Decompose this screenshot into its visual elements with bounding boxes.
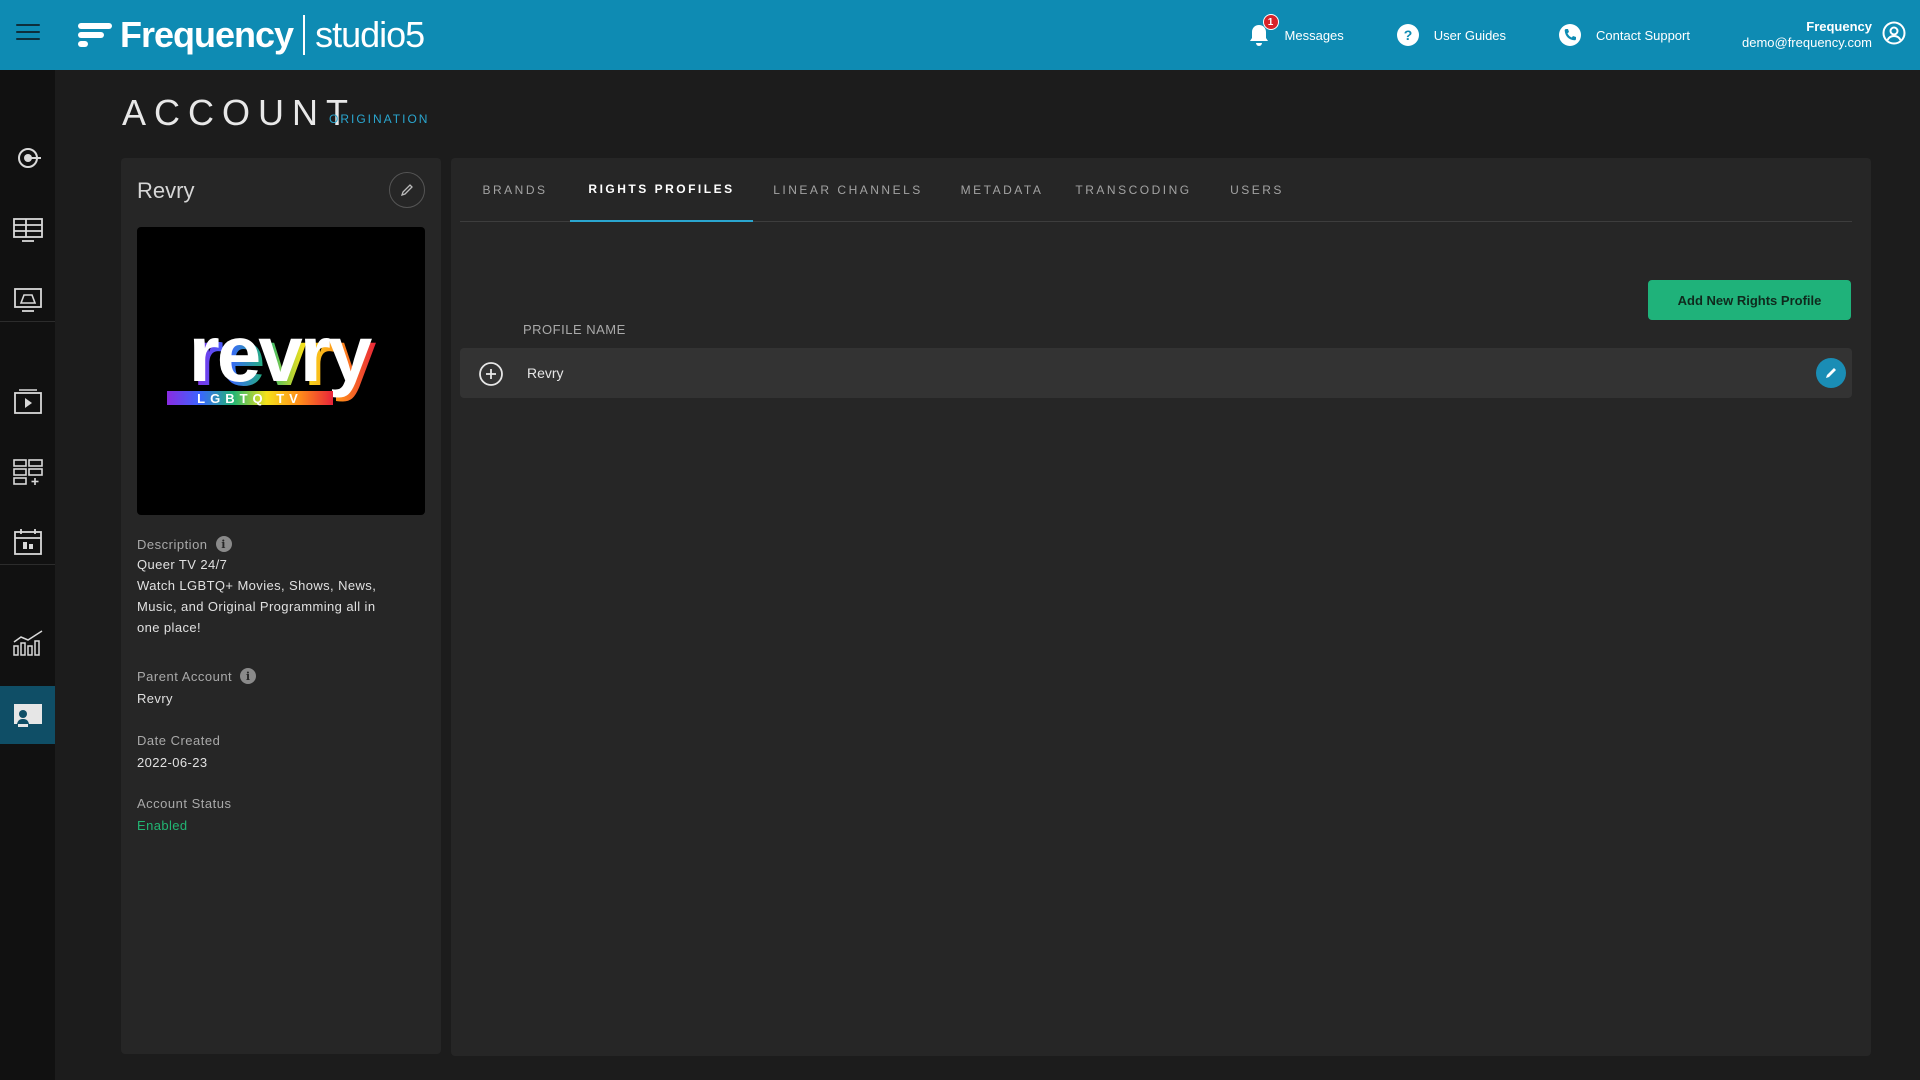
menu-icon[interactable] bbox=[16, 24, 40, 44]
logo-divider bbox=[303, 15, 306, 55]
app-logo[interactable]: Frequency studio5 bbox=[78, 12, 425, 58]
description-line: Queer TV 24/7 bbox=[137, 557, 228, 572]
product-name: studio5 bbox=[315, 14, 425, 55]
logo-word: revry bbox=[189, 309, 373, 398]
pencil-icon bbox=[400, 184, 413, 197]
page-title: ACCOUNT bbox=[122, 92, 356, 133]
profile-name-column-header: PROFILE NAME bbox=[523, 322, 626, 337]
media-player-icon bbox=[13, 389, 42, 414]
sidebar-divider bbox=[0, 564, 55, 565]
description-line: Watch LGBTQ+ Movies, Shows, News, bbox=[137, 578, 377, 593]
bell-icon: 1 bbox=[1247, 14, 1279, 47]
sidebar-item-analytics[interactable] bbox=[0, 613, 55, 673]
parent-account-label-text: Parent Account bbox=[137, 668, 233, 684]
sidebar-item-origination[interactable] bbox=[0, 128, 55, 188]
svg-text:?: ? bbox=[1404, 27, 1413, 43]
tab-linear-channels[interactable]: LINEAR CHANNELS bbox=[753, 158, 943, 222]
sidebar-divider bbox=[0, 321, 55, 322]
sidebar-item-schedule[interactable] bbox=[0, 512, 55, 572]
date-created-label: Date Created bbox=[137, 733, 221, 748]
analytics-chart-icon bbox=[12, 630, 42, 656]
account-tabs: BRANDS RIGHTS PROFILES LINEAR CHANNELS M… bbox=[460, 158, 1852, 222]
revry-logo: revry revry LGBTQ TV bbox=[167, 309, 380, 406]
logo-subtext: LGBTQ TV bbox=[197, 391, 303, 406]
user-avatar-icon[interactable] bbox=[1882, 21, 1906, 50]
user-name: Frequency bbox=[1806, 19, 1872, 34]
sidebar-item-playlist[interactable] bbox=[0, 442, 55, 502]
user-menu[interactable]: Frequency demo@frequency.com bbox=[1742, 19, 1906, 51]
edit-account-button[interactable] bbox=[389, 172, 425, 208]
tab-users[interactable]: USERS bbox=[1206, 158, 1308, 222]
expand-row-icon[interactable] bbox=[479, 362, 503, 386]
user-info: Frequency demo@frequency.com bbox=[1742, 19, 1872, 51]
grid-layout-icon bbox=[12, 218, 43, 242]
sidebar bbox=[0, 70, 55, 1080]
description-value: Queer TV 24/7 Watch LGBTQ+ Movies, Shows… bbox=[137, 554, 427, 638]
account-details-panel: Revry revry revry LGBTQ TV Description i… bbox=[121, 158, 441, 1054]
tab-rights-profiles[interactable]: RIGHTS PROFILES bbox=[570, 158, 753, 222]
date-created-value: 2022-06-23 bbox=[137, 755, 208, 770]
origination-icon bbox=[17, 148, 41, 168]
top-actions: 1 Messages ? User Guides Contact Support… bbox=[1247, 0, 1920, 70]
help-icon: ? bbox=[1396, 23, 1420, 47]
phone-icon bbox=[1558, 23, 1582, 47]
add-rights-profile-button[interactable]: Add New Rights Profile bbox=[1648, 280, 1851, 320]
account-status-label: Account Status bbox=[137, 796, 232, 811]
sidebar-item-media[interactable] bbox=[0, 372, 55, 432]
brand-name: Frequency bbox=[120, 14, 294, 55]
description-label: Description i bbox=[137, 536, 232, 552]
account-logo-image: revry revry LGBTQ TV bbox=[137, 227, 425, 515]
rights-profiles-panel: BRANDS RIGHTS PROFILES LINEAR CHANNELS M… bbox=[451, 158, 1871, 1056]
account-card-icon bbox=[13, 704, 42, 727]
frequency-logo-mark-icon bbox=[78, 20, 114, 50]
parent-account-label: Parent Account i bbox=[137, 668, 257, 684]
contact-support-label: Contact Support bbox=[1596, 27, 1690, 43]
user-guides-label: User Guides bbox=[1433, 27, 1507, 43]
profile-name-cell: Revry bbox=[527, 365, 564, 381]
user-email: demo@frequency.com bbox=[1741, 35, 1872, 50]
account-status-value: Enabled bbox=[137, 818, 188, 833]
monitor-icon bbox=[13, 288, 42, 312]
parent-account-value: Revry bbox=[137, 691, 173, 706]
pencil-icon bbox=[1826, 368, 1836, 378]
description-line: Music, and Original Programming all in bbox=[137, 599, 376, 614]
user-guides-button[interactable]: ? User Guides bbox=[1396, 23, 1506, 47]
description-line: one place! bbox=[137, 620, 201, 635]
calendar-schedule-icon bbox=[13, 529, 42, 555]
sidebar-item-account[interactable] bbox=[0, 686, 55, 744]
messages-count-badge: 1 bbox=[1262, 14, 1279, 30]
messages-button[interactable]: 1 Messages bbox=[1247, 14, 1344, 47]
table-row[interactable]: Revry bbox=[460, 348, 1852, 398]
page-subtitle: ORIGINATION bbox=[329, 112, 430, 126]
messages-label: Messages bbox=[1284, 27, 1344, 43]
info-icon[interactable]: i bbox=[240, 668, 257, 684]
playlist-add-icon bbox=[12, 459, 43, 485]
contact-support-button[interactable]: Contact Support bbox=[1558, 23, 1690, 47]
account-name: Revry bbox=[137, 178, 195, 203]
tab-transcoding[interactable]: TRANSCODING bbox=[1061, 158, 1206, 222]
tab-brands[interactable]: BRANDS bbox=[460, 158, 570, 222]
edit-profile-button[interactable] bbox=[1816, 358, 1846, 388]
description-label-text: Description bbox=[137, 536, 208, 552]
tab-metadata[interactable]: METADATA bbox=[943, 158, 1061, 222]
sidebar-item-grid[interactable] bbox=[0, 200, 55, 260]
info-icon[interactable]: i bbox=[215, 536, 232, 552]
top-bar: Frequency studio5 1 Messages ? User Guid… bbox=[0, 0, 1920, 70]
